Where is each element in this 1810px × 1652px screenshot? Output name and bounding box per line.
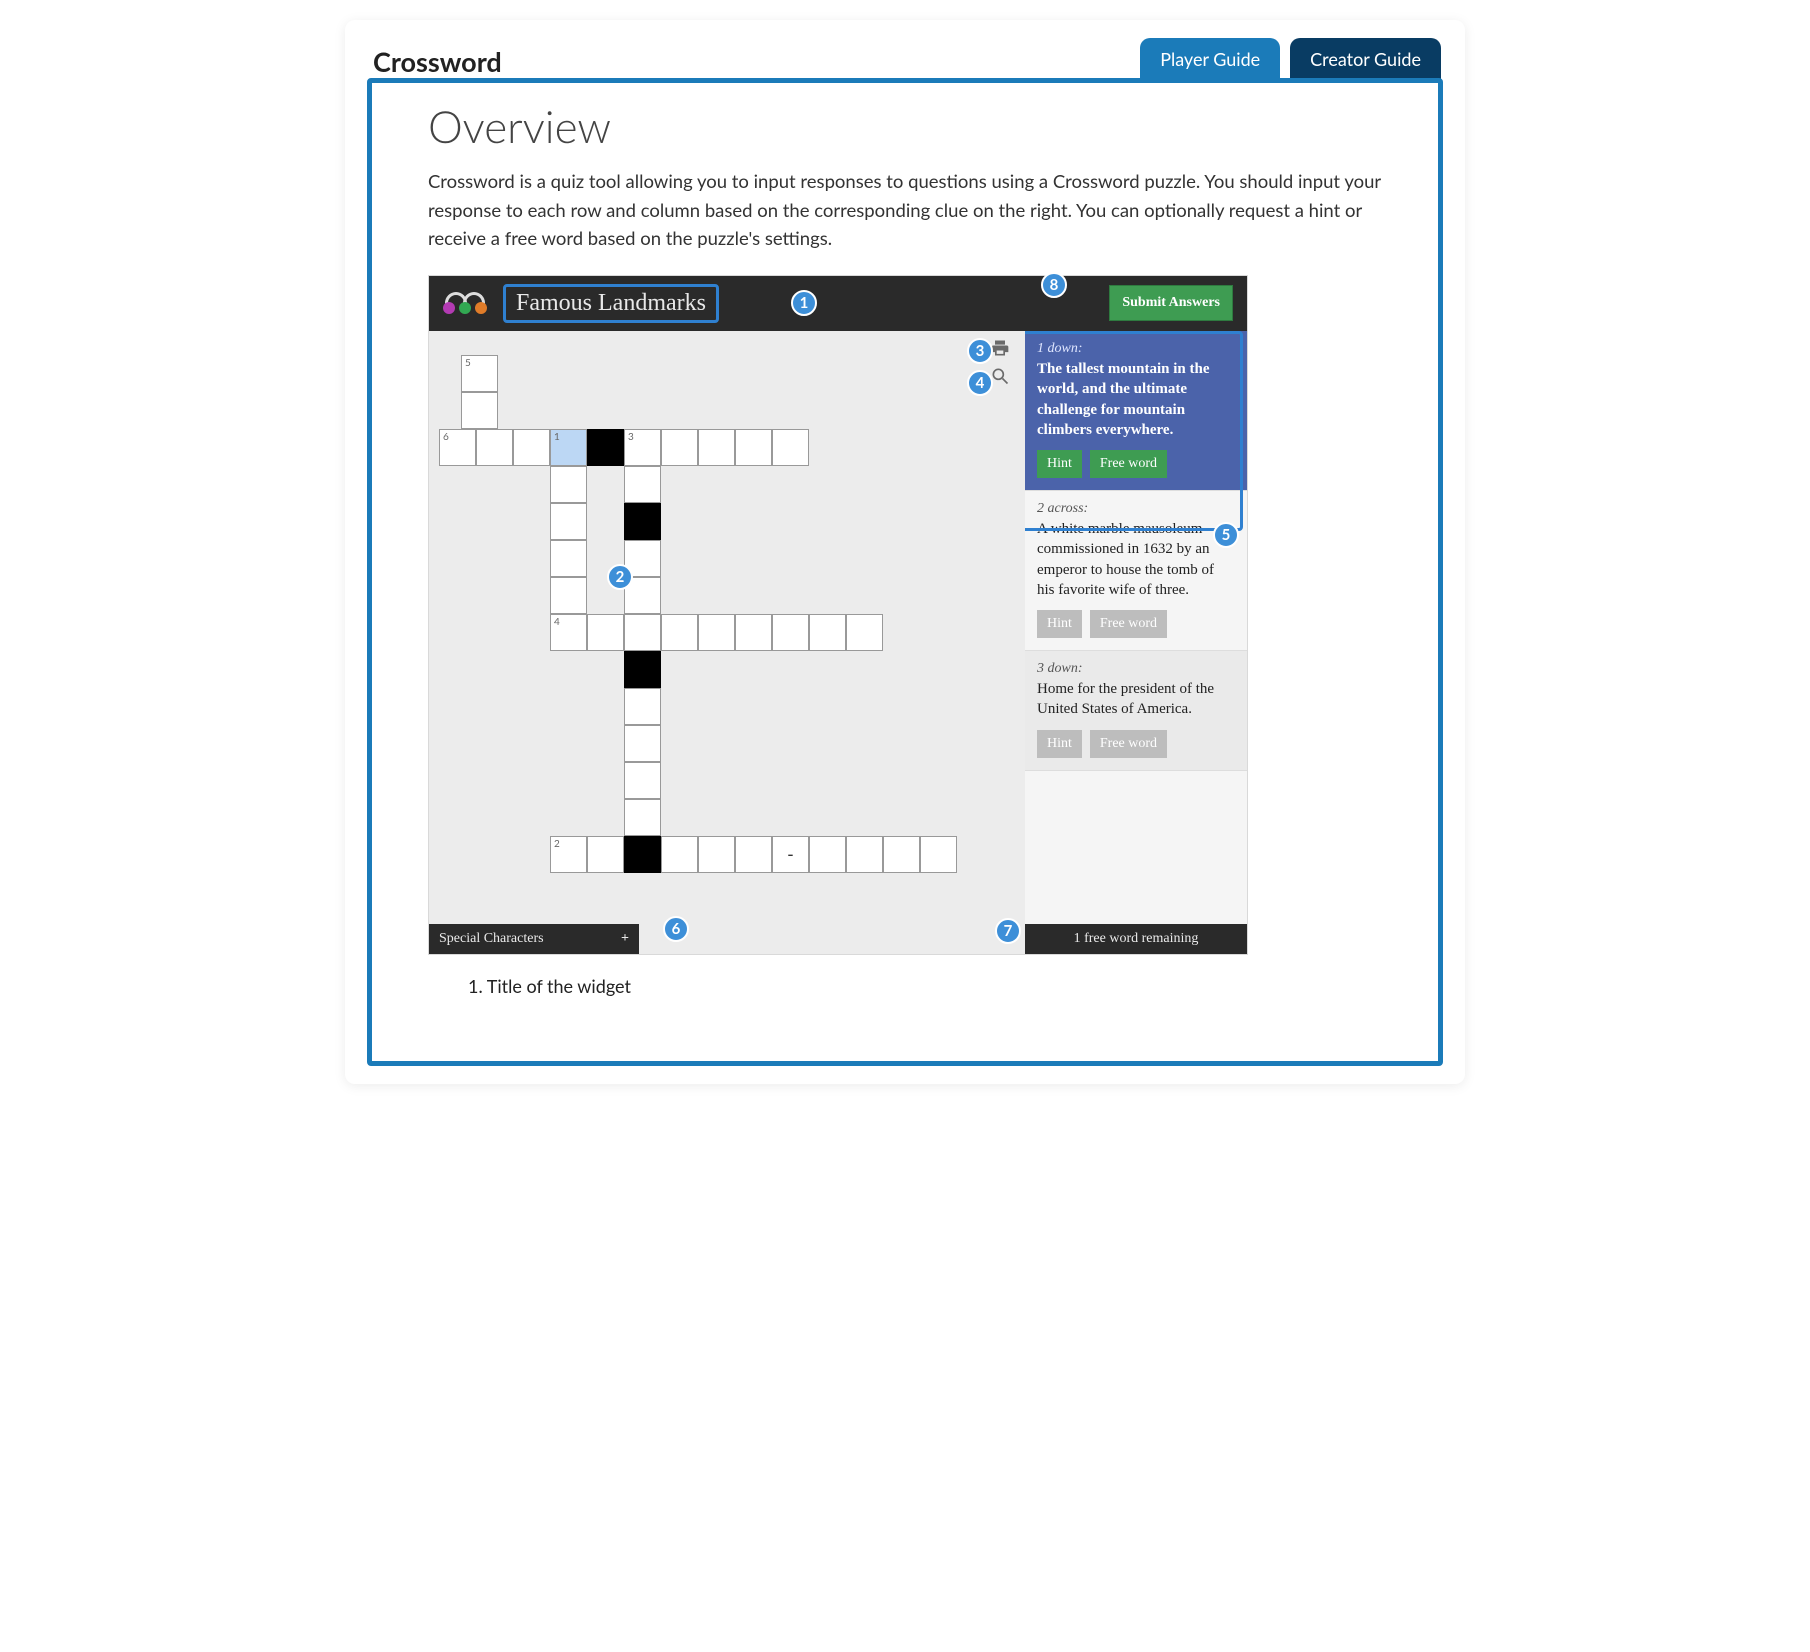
cell[interactable]: [846, 836, 883, 873]
cell[interactable]: [735, 836, 772, 873]
cell[interactable]: [809, 836, 846, 873]
cell[interactable]: 5: [461, 355, 498, 392]
cell[interactable]: [476, 429, 513, 466]
cell[interactable]: [698, 836, 735, 873]
cell[interactable]: [772, 429, 809, 466]
widget-title: Famous Landmarks: [516, 290, 706, 316]
cell[interactable]: [698, 429, 735, 466]
annotation-badge-2: 2: [607, 564, 633, 590]
cell-black: [624, 836, 661, 873]
annotation-badge-8: 8: [1041, 272, 1067, 298]
cell[interactable]: [920, 836, 957, 873]
cell[interactable]: 3: [624, 429, 661, 466]
card-header: Crossword Player Guide Creator Guide: [345, 20, 1465, 78]
free-word-remaining-bar: 1 free word remaining: [1025, 924, 1247, 954]
free-word-button[interactable]: Free word: [1090, 610, 1167, 638]
clue-card[interactable]: 3 down: Home for the president of the Un…: [1025, 651, 1247, 771]
content-scroll[interactable]: Overview Crossword is a quiz tool allowi…: [372, 83, 1438, 1061]
cell[interactable]: [772, 614, 809, 651]
cell-black: [624, 651, 661, 688]
clue-direction: 3 down:: [1037, 661, 1235, 677]
cell[interactable]: [624, 614, 661, 651]
clue-card-active[interactable]: 1 down: The tallest mountain in the worl…: [1025, 331, 1247, 491]
cell[interactable]: [550, 577, 587, 614]
cell[interactable]: [883, 836, 920, 873]
cell[interactable]: [624, 762, 661, 799]
cell-black: [624, 503, 661, 540]
widget-title-box: Famous Landmarks: [503, 284, 719, 323]
special-characters-bar[interactable]: Special Characters +: [429, 924, 639, 954]
page-title: Crossword: [373, 45, 502, 78]
cell[interactable]: [513, 429, 550, 466]
clue-text: A white marble mausoleum commissioned in…: [1037, 519, 1235, 600]
cell[interactable]: [661, 429, 698, 466]
tab-player-guide[interactable]: Player Guide: [1140, 38, 1280, 80]
guide-tabs: Player Guide Creator Guide: [1140, 38, 1441, 80]
annotation-badge-6: 6: [663, 916, 689, 942]
free-word-remaining-label: 1 free word remaining: [1074, 931, 1199, 947]
plus-icon: +: [621, 931, 629, 947]
overview-heading: Overview: [428, 101, 1382, 153]
cell[interactable]: [624, 725, 661, 762]
tab-creator-guide[interactable]: Creator Guide: [1290, 38, 1441, 80]
annotation-badge-3: 3: [967, 338, 993, 364]
cell[interactable]: [846, 614, 883, 651]
cell[interactable]: [698, 614, 735, 651]
cell[interactable]: 6: [439, 429, 476, 466]
widget-header: Famous Landmarks Submit Answers: [429, 276, 1247, 331]
hint-button[interactable]: Hint: [1037, 730, 1082, 758]
annotation-badge-4: 4: [967, 370, 993, 396]
cell[interactable]: 1: [550, 429, 587, 466]
cell[interactable]: [735, 429, 772, 466]
cell[interactable]: [550, 503, 587, 540]
cell[interactable]: [735, 614, 772, 651]
cell[interactable]: [587, 614, 624, 651]
cell-black: [587, 429, 624, 466]
annotation-badge-7: 7: [995, 918, 1021, 944]
widget-screenshot: Famous Landmarks Submit Answers 1 8 3 4 …: [428, 275, 1248, 955]
free-word-button[interactable]: Free word: [1090, 730, 1167, 758]
hint-button[interactable]: Hint: [1037, 610, 1082, 638]
free-word-button[interactable]: Free word: [1090, 450, 1167, 478]
clue-card[interactable]: 2 across: A white marble mausoleum commi…: [1025, 491, 1247, 651]
annotation-badge-5: 5: [1213, 522, 1239, 548]
cell[interactable]: [809, 614, 846, 651]
materia-logo-icon: [441, 290, 493, 318]
doc-card: Crossword Player Guide Creator Guide Ove…: [345, 20, 1465, 1084]
clue-text: The tallest mountain in the world, and t…: [1037, 359, 1235, 440]
cell[interactable]: [624, 466, 661, 503]
cell[interactable]: [624, 799, 661, 836]
content-frame: Overview Crossword is a quiz tool allowi…: [367, 78, 1443, 1066]
cell[interactable]: [550, 540, 587, 577]
cell[interactable]: [661, 836, 698, 873]
cell[interactable]: [624, 688, 661, 725]
annotation-badge-1: 1: [791, 290, 817, 316]
hint-button[interactable]: Hint: [1037, 450, 1082, 478]
cell[interactable]: [461, 392, 498, 429]
cell[interactable]: 2: [550, 836, 587, 873]
clue-text: Home for the president of the United Sta…: [1037, 679, 1235, 720]
legend-item-1: 1. Title of the widget: [468, 975, 1382, 997]
crossword-grid[interactable]: 5 6 1 3: [429, 331, 1017, 924]
special-characters-label: Special Characters: [439, 931, 544, 947]
cell[interactable]: [587, 836, 624, 873]
cell[interactable]: 4: [550, 614, 587, 651]
cell[interactable]: [772, 836, 809, 873]
clue-direction: 2 across:: [1037, 501, 1235, 517]
clue-panel[interactable]: 1 down: The tallest mountain in the worl…: [1025, 331, 1247, 924]
cell[interactable]: [661, 614, 698, 651]
cell[interactable]: [550, 466, 587, 503]
overview-text: Crossword is a quiz tool allowing you to…: [428, 167, 1382, 253]
submit-answers-button[interactable]: Submit Answers: [1109, 285, 1233, 321]
clue-direction: 1 down:: [1037, 341, 1235, 357]
